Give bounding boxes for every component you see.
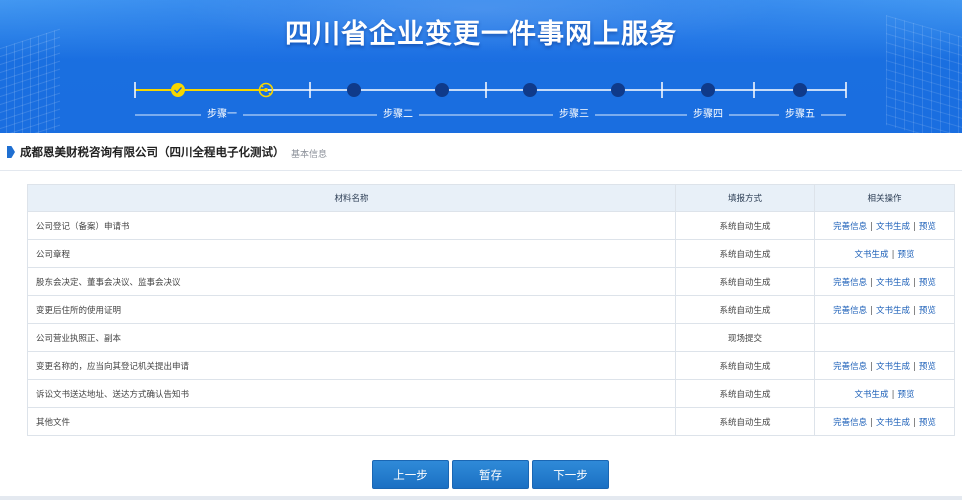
row-actions: 完善信息 | 文书生成 | 预览	[814, 351, 955, 380]
material-name: 公司营业执照正、副本	[27, 323, 676, 352]
action-link-generate-doc[interactable]: 文书生成	[876, 418, 910, 428]
action-link-complete-info[interactable]: 完善信息	[833, 222, 867, 232]
action-link-preview[interactable]: 预览	[897, 250, 914, 260]
table-row: 变更名称的，应当向其登记机关提出申请 系统自动生成 完善信息 | 文书生成 | 预览	[27, 351, 955, 380]
save-draft-button[interactable]: 暂存	[452, 460, 529, 489]
row-actions: 完善信息 | 文书生成 | 预览	[814, 267, 955, 296]
materials-table: 材料名称 填报方式 相关操作 公司登记（备案）申请书 系统自动生成 完善信息 | 文书生…	[27, 184, 955, 436]
material-name: 其他文件	[27, 407, 676, 436]
fill-method: 系统自动生成	[675, 407, 815, 436]
action-link-complete-info[interactable]: 完善信息	[833, 362, 867, 372]
column-header-material: 材料名称	[27, 184, 676, 212]
step-label-2: 步骤二	[377, 107, 419, 123]
row-actions	[814, 323, 955, 352]
action-link-preview[interactable]: 预览	[919, 278, 936, 288]
action-separator: |	[870, 221, 873, 232]
step-node-done	[171, 83, 185, 97]
progress-stepper: 步骤一 步骤二 步骤三 步骤四 步骤五	[0, 0, 962, 133]
step-label-1: 步骤一	[201, 107, 243, 123]
company-name: 成都恩美财税咨询有限公司（四川全程电子化测试）	[20, 145, 285, 159]
step-node-pending	[523, 83, 537, 97]
material-name: 公司登记（备案）申请书	[27, 211, 676, 240]
fill-method: 系统自动生成	[675, 351, 815, 380]
action-link-complete-info[interactable]: 完善信息	[833, 418, 867, 428]
action-link-complete-info[interactable]: 完善信息	[833, 306, 867, 316]
material-name: 变更名称的，应当向其登记机关提出申请	[27, 351, 676, 380]
row-actions: 完善信息 | 文书生成 | 预览	[814, 407, 955, 436]
step-node-current-dot	[264, 88, 268, 92]
column-header-method: 填报方式	[675, 184, 815, 212]
fill-method: 系统自动生成	[675, 379, 815, 408]
step-node-pending	[611, 83, 625, 97]
page-bottom-border	[0, 496, 962, 500]
material-name: 股东会决定、董事会决议、监事会决议	[27, 267, 676, 296]
step-node-pending	[701, 83, 715, 97]
action-separator: |	[913, 277, 916, 288]
column-header-actions: 相关操作	[814, 184, 955, 212]
step-node-current-spark	[268, 92, 271, 95]
step-node-current-spark	[261, 85, 264, 88]
action-separator: |	[913, 221, 916, 232]
row-actions: 文书生成 | 预览	[814, 379, 955, 408]
section-tag: 基本信息	[291, 150, 328, 160]
action-separator: |	[870, 361, 873, 372]
material-name: 诉讼文书送达地址、送达方式确认告知书	[27, 379, 676, 408]
action-link-generate-doc[interactable]: 文书生成	[855, 390, 889, 400]
fill-method: 系统自动生成	[675, 239, 815, 268]
row-actions: 文书生成 | 预览	[814, 239, 955, 268]
action-link-complete-info[interactable]: 完善信息	[833, 278, 867, 288]
step-node-pending	[435, 83, 449, 97]
table-row: 公司营业执照正、副本 现场提交	[27, 323, 955, 352]
fill-method: 系统自动生成	[675, 267, 815, 296]
step-node-pending	[793, 83, 807, 97]
step-label-3: 步骤三	[553, 107, 595, 123]
prev-step-button[interactable]: 上一步	[372, 460, 449, 489]
action-link-preview[interactable]: 预览	[919, 306, 936, 316]
table-row: 公司章程 系统自动生成 文书生成 | 预览	[27, 239, 955, 268]
table-row: 变更后住所的使用证明 系统自动生成 完善信息 | 文书生成 | 预览	[27, 295, 955, 324]
fill-method: 系统自动生成	[675, 295, 815, 324]
action-link-preview[interactable]: 预览	[919, 418, 936, 428]
action-link-generate-doc[interactable]: 文书生成	[855, 250, 889, 260]
action-link-preview[interactable]: 预览	[919, 362, 936, 372]
action-separator: |	[870, 277, 873, 288]
fill-method: 现场提交	[675, 323, 815, 352]
table-row: 其他文件 系统自动生成 完善信息 | 文书生成 | 预览	[27, 407, 955, 436]
material-name: 公司章程	[27, 239, 676, 268]
row-actions: 完善信息 | 文书生成 | 预览	[814, 211, 955, 240]
action-link-preview[interactable]: 预览	[919, 222, 936, 232]
table-header-row: 材料名称 填报方式 相关操作	[27, 184, 955, 212]
action-separator: |	[870, 305, 873, 316]
fill-method: 系统自动生成	[675, 211, 815, 240]
action-separator: |	[913, 417, 916, 428]
action-separator: |	[913, 361, 916, 372]
table-body: 公司登记（备案）申请书 系统自动生成 完善信息 | 文书生成 | 预览 公司章程 系统自动生成文…	[27, 211, 955, 436]
action-link-generate-doc[interactable]: 文书生成	[876, 278, 910, 288]
table-row: 公司登记（备案）申请书 系统自动生成 完善信息 | 文书生成 | 预览	[27, 211, 955, 240]
row-actions: 完善信息 | 文书生成 | 预览	[814, 295, 955, 324]
action-separator: |	[870, 417, 873, 428]
action-separator: |	[913, 305, 916, 316]
action-link-preview[interactable]: 预览	[897, 390, 914, 400]
action-link-generate-doc[interactable]: 文书生成	[876, 222, 910, 232]
table-row: 股东会决定、董事会决议、监事会决议 系统自动生成 完善信息 | 文书生成 | 预览	[27, 267, 955, 296]
action-link-generate-doc[interactable]: 文书生成	[876, 306, 910, 316]
step-label-4: 步骤四	[687, 107, 729, 123]
step-node-pending	[347, 83, 361, 97]
next-step-button[interactable]: 下一步	[532, 460, 609, 489]
material-name: 变更后住所的使用证明	[27, 295, 676, 324]
step-label-5: 步骤五	[779, 107, 821, 123]
action-link-generate-doc[interactable]: 文书生成	[876, 362, 910, 372]
table-row: 诉讼文书送达地址、送达方式确认告知书 系统自动生成 文书生成 | 预览	[27, 379, 955, 408]
